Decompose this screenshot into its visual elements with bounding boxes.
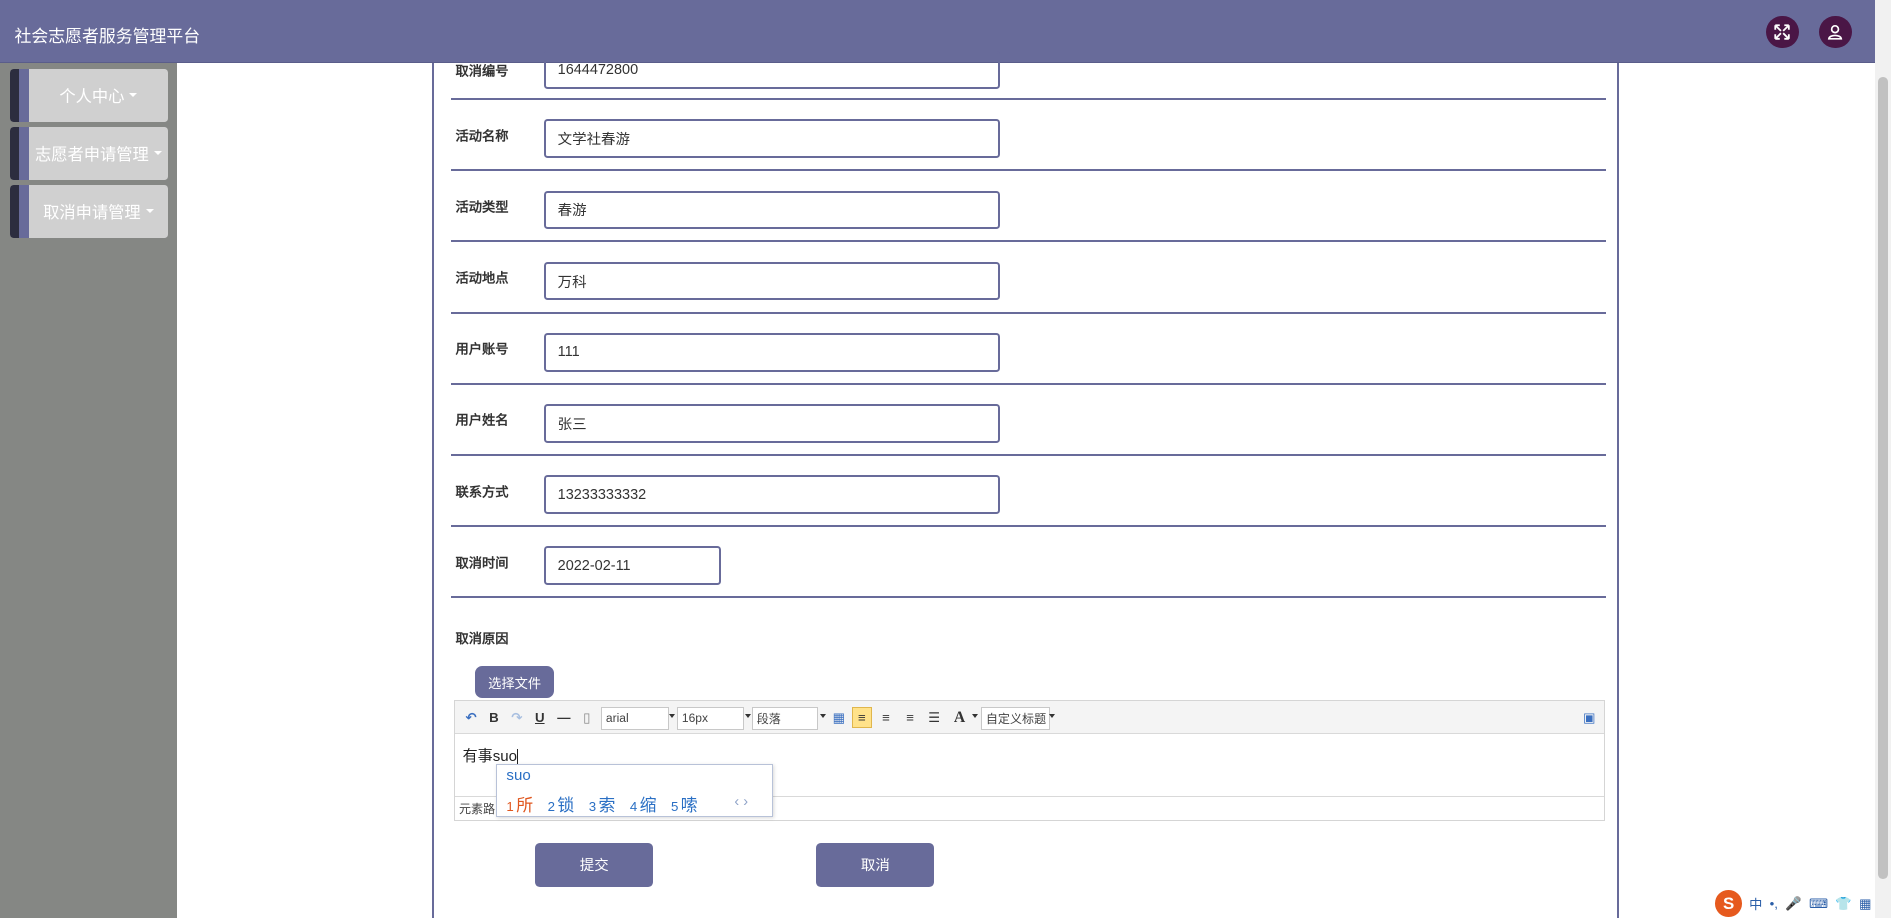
chevron-down-icon	[668, 713, 675, 719]
font-size-select[interactable]: 16px	[677, 706, 744, 730]
user-menu-button[interactable]	[1819, 15, 1852, 49]
field-label: 用户姓名	[455, 412, 509, 428]
scrollbar-thumb[interactable]	[1878, 77, 1888, 880]
field-label: 联系方式	[455, 484, 509, 500]
path-label: 元素路	[458, 802, 496, 817]
activity-name-input[interactable]: 文学社春游	[543, 119, 1000, 158]
redo-icon[interactable]: ↷	[507, 707, 526, 729]
chevron-down-icon	[971, 713, 978, 719]
horizontal-rule-icon[interactable]: —	[554, 707, 573, 729]
page-scrollbar[interactable]	[1874, 0, 1891, 918]
sidebar-item-label: 取消申请管理	[43, 204, 141, 223]
ime-page-nav[interactable]: ‹ ›	[734, 794, 748, 810]
cancel-id-input[interactable]: 1644472800	[543, 50, 1000, 90]
chevron-down-icon	[1048, 713, 1055, 719]
form-row-user-account: 用户账号 111	[450, 314, 1607, 385]
cancel-time-input[interactable]: 2022-02-11	[543, 546, 721, 586]
sogou-logo-icon[interactable]: S	[1715, 890, 1742, 917]
fullscreen-button[interactable]	[1766, 15, 1799, 49]
activity-type-input[interactable]: 春游	[543, 190, 1000, 230]
sidebar-item-label: 志愿者申请管理	[34, 146, 149, 165]
sidebar-item-personal-center[interactable]: 个人中心	[9, 68, 168, 122]
page-root: 社会志愿者服务管理平台 个人中心 志愿者申请管理 取消申请管理 取消编号 164…	[0, 0, 1891, 918]
field-label: 用户账号	[455, 341, 509, 357]
microphone-icon[interactable]: 🎤	[1785, 896, 1802, 912]
sidebar: 个人中心 志愿者申请管理 取消申请管理	[0, 62, 178, 918]
user-name-input[interactable]: 张三	[543, 404, 1000, 443]
bold-button[interactable]: B	[484, 707, 503, 729]
sidebar-item-volunteer-application[interactable]: 志愿者申请管理	[9, 126, 168, 180]
ime-language-indicator[interactable]: 中	[1749, 894, 1762, 913]
skin-icon[interactable]: 👕	[1835, 896, 1852, 912]
contact-input[interactable]: 13233333332	[543, 475, 1000, 514]
sidebar-item-cancel-application[interactable]: 取消申请管理	[9, 184, 168, 238]
font-color-button[interactable]: A	[950, 707, 969, 729]
chevron-down-icon	[744, 713, 751, 719]
form-row-activity-name: 活动名称 文学社春游	[450, 100, 1607, 172]
font-family-select[interactable]: arial	[601, 706, 669, 730]
ime-candidate-window: suo 1所 2锁 3索 4缩 5嗦 ‹ ›	[495, 763, 774, 817]
ime-status-bar: S 中 •, 🎤 ⌨ 👕 ▦	[1711, 889, 1891, 918]
form-row-contact: 联系方式 13233333332	[450, 456, 1607, 528]
sidebar-item-label: 个人中心	[59, 88, 125, 107]
caret-down-icon	[145, 209, 154, 214]
ime-candidate[interactable]: 3索	[589, 791, 616, 816]
ime-candidate[interactable]: 1所	[506, 791, 533, 816]
align-left-icon[interactable]: ≡	[852, 706, 872, 729]
custom-title-select[interactable]: 自定义标题	[981, 706, 1051, 730]
choose-file-button[interactable]: 选择文件	[474, 665, 555, 699]
field-label: 活动地点	[455, 270, 509, 286]
user-account-input[interactable]: 111	[543, 332, 1000, 372]
caret-down-icon	[153, 151, 162, 156]
form-row-cancel-time: 取消时间 2022-02-11	[450, 527, 1607, 599]
ime-candidate[interactable]: 4缩	[630, 791, 657, 816]
expand-icon	[1774, 24, 1790, 40]
undo-icon[interactable]: ↶	[461, 707, 480, 729]
align-center-icon[interactable]: ≡	[900, 707, 919, 729]
underline-button[interactable]: U	[530, 707, 549, 729]
form-row-cancel-id: 取消编号 1644472800	[450, 29, 1607, 101]
align-justify-icon[interactable]: ☰	[925, 707, 944, 729]
user-icon	[1828, 24, 1843, 40]
caret-down-icon	[129, 93, 138, 98]
fullscreen-editor-icon[interactable]: ▣	[1580, 707, 1599, 729]
submit-button[interactable]: 提交	[535, 843, 654, 887]
align-right-icon[interactable]: ≡	[876, 707, 895, 729]
keyboard-icon[interactable]: ⌨	[1809, 896, 1828, 912]
ime-candidate[interactable]: 5嗦	[671, 791, 698, 816]
chevron-down-icon	[819, 713, 826, 719]
toolbox-icon[interactable]: ▦	[1859, 896, 1872, 912]
ime-composition-text: suo	[506, 766, 531, 784]
field-label: 活动类型	[455, 199, 509, 215]
activity-location-input[interactable]: 万科	[543, 261, 1000, 301]
cancel-reason-label: 取消原因	[455, 631, 509, 647]
field-label: 活动名称	[455, 128, 509, 144]
new-document-icon[interactable]: ▯	[577, 707, 596, 729]
paragraph-select[interactable]: 段落	[752, 706, 819, 730]
form-row-activity-type: 活动类型 春游	[450, 171, 1607, 243]
form-row-activity-location: 活动地点 万科	[450, 242, 1607, 314]
editor-toolbar: ↶ B ↷ U — ▯ arial 16px 段落 ▦ ≡ ≡ ≡ ☰ A 自定…	[455, 700, 1605, 735]
table-icon[interactable]: ▦	[829, 707, 848, 729]
form-row-user-name: 用户姓名 张三	[450, 385, 1607, 456]
ime-punctuation-indicator[interactable]: •,	[1770, 896, 1778, 911]
ime-candidate-list: 1所 2锁 3索 4缩 5嗦	[506, 791, 697, 816]
cancel-button[interactable]: 取消	[816, 843, 935, 887]
field-label: 取消编号	[455, 63, 509, 79]
app-title: 社会志愿者服务管理平台	[14, 26, 201, 46]
ime-candidate[interactable]: 2锁	[548, 791, 575, 816]
field-label: 取消时间	[455, 555, 509, 571]
